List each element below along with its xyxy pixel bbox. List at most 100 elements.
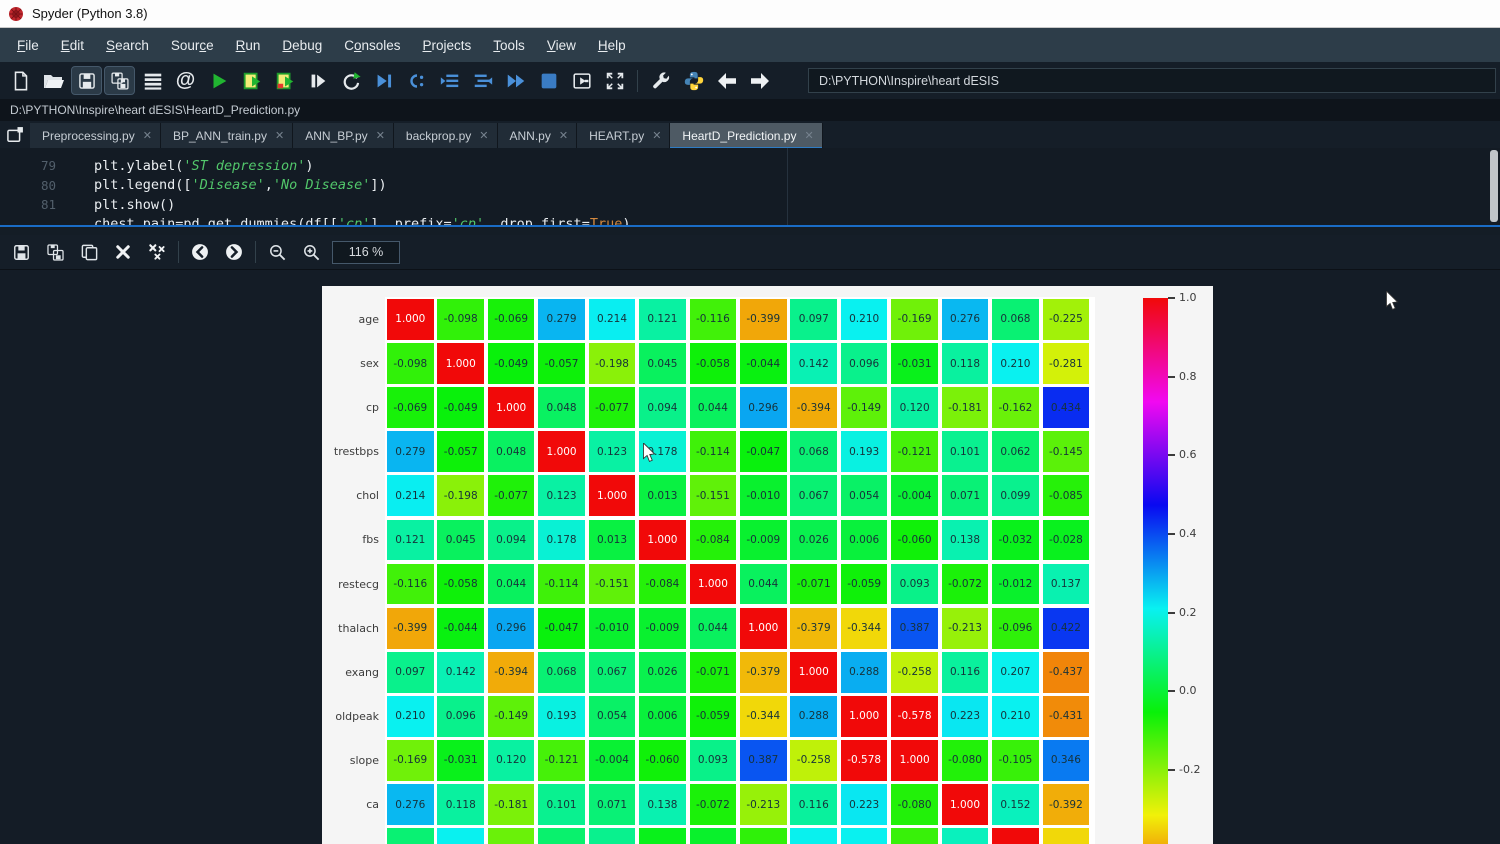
- menu-tools[interactable]: Tools: [482, 32, 536, 59]
- menu-help[interactable]: Help: [587, 32, 637, 59]
- heatmap-cell: 0.116: [942, 652, 989, 693]
- tab-heart-py[interactable]: HEART.py✕: [577, 123, 670, 148]
- next-plot-button[interactable]: [217, 237, 251, 267]
- heatmap-cell: 1.000: [841, 696, 888, 737]
- heatmap-cell: -0.084: [690, 520, 737, 561]
- colorbar-tick-label: 1.0: [1179, 291, 1197, 304]
- plot-save-all-button[interactable]: [38, 237, 72, 267]
- colorbar-tick-label: 0.6: [1179, 448, 1197, 461]
- code-text: plt.ylabel('ST depression'): [94, 158, 313, 174]
- tab-preprocessing-py[interactable]: Preprocessing.py✕: [30, 123, 161, 148]
- stop-button[interactable]: [532, 65, 565, 96]
- code-line[interactable]: chest_pain=pd.get_dummies(df[['cp'], pre…: [0, 215, 1500, 226]
- heatmap-cell: -0.399: [740, 299, 787, 340]
- tab-close-icon[interactable]: ✕: [143, 129, 152, 142]
- heatmap-cell: -0.258: [790, 740, 837, 781]
- tab-close-icon[interactable]: ✕: [559, 129, 568, 142]
- colorbar-tick: [1168, 376, 1175, 378]
- heatmap-cell: 0.210: [841, 299, 888, 340]
- menu-debug[interactable]: Debug: [271, 32, 333, 59]
- heatmap-cell: 0.097: [387, 652, 434, 693]
- new-file-button[interactable]: [4, 65, 37, 96]
- run-cell-button[interactable]: [235, 65, 268, 96]
- heatmap-cell: [942, 828, 989, 844]
- tab-ann-py[interactable]: ANN.py✕: [498, 123, 578, 148]
- window-title: Spyder (Python 3.8): [32, 6, 148, 21]
- tab-bp_ann_train-py[interactable]: BP_ANN_train.py✕: [161, 123, 293, 148]
- menu-bar: FileEditSearchSourceRunDebugConsolesProj…: [0, 28, 1500, 62]
- back-arrow-icon: [715, 69, 739, 93]
- menu-edit[interactable]: Edit: [50, 32, 95, 59]
- symbol-finder-button[interactable]: @: [169, 65, 202, 96]
- rerun-cell-button[interactable]: [334, 65, 367, 96]
- menu-search[interactable]: Search: [95, 32, 160, 59]
- working-directory-input[interactable]: [808, 68, 1496, 93]
- browse-tabs-button[interactable]: [0, 121, 30, 148]
- heatmap-cell: -0.145: [1043, 431, 1090, 472]
- heatmap-cell: 1.000: [639, 520, 686, 561]
- open-folder-icon: [42, 69, 66, 93]
- run-cell-advance-button[interactable]: [268, 65, 301, 96]
- heatmap-cell: 0.093: [891, 564, 938, 605]
- debug-file-button[interactable]: [367, 65, 400, 96]
- open-file-button[interactable]: [37, 65, 70, 96]
- menu-projects[interactable]: Projects: [412, 32, 483, 59]
- heatmap-cell: -0.258: [891, 652, 938, 693]
- preferences-button[interactable]: [644, 65, 677, 96]
- code-editor[interactable]: 79plt.ylabel('ST depression')80plt.legen…: [0, 148, 1500, 225]
- tab-heartd_prediction-py[interactable]: HeartD_Prediction.py✕: [670, 123, 822, 148]
- plots-pane: age1.000-0.098-0.0690.2790.2140.121-0.11…: [0, 270, 1500, 844]
- debug-cell-button[interactable]: [400, 65, 433, 96]
- heatmap-cell: -0.047: [538, 608, 585, 649]
- zoom-out-button[interactable]: [260, 237, 294, 267]
- heatmap-cell: 0.099: [992, 475, 1039, 516]
- tab-close-icon[interactable]: ✕: [376, 129, 385, 142]
- fullscreen-button[interactable]: [598, 65, 631, 96]
- plot-save-button[interactable]: [4, 237, 38, 267]
- tab-close-icon[interactable]: ✕: [804, 129, 813, 142]
- heatmap-row-label-exang: exang: [322, 652, 379, 693]
- plot-copy-button[interactable]: [72, 237, 106, 267]
- code-line[interactable]: 81plt.show(): [0, 195, 1500, 214]
- step-into-button[interactable]: [466, 65, 499, 96]
- menu-file[interactable]: File: [6, 32, 50, 59]
- code-line[interactable]: 80plt.legend(['Disease','No Disease']): [0, 176, 1500, 195]
- zoom-level-input[interactable]: [332, 241, 400, 264]
- maximize-pane-button[interactable]: [565, 65, 598, 96]
- python-env-button[interactable]: [677, 65, 710, 96]
- file-switcher-button[interactable]: [136, 65, 169, 96]
- run-file-button[interactable]: [202, 65, 235, 96]
- zoom-in-button[interactable]: [294, 237, 328, 267]
- tab-close-icon[interactable]: ✕: [652, 129, 661, 142]
- navigate-forward-button[interactable]: [743, 65, 776, 96]
- heatmap-cell: -0.071: [690, 652, 737, 693]
- run-selection-button[interactable]: [301, 65, 334, 96]
- heatmap-cell: 0.044: [740, 564, 787, 605]
- previous-plot-button[interactable]: [183, 237, 217, 267]
- menu-consoles[interactable]: Consoles: [333, 32, 411, 59]
- save-all-button[interactable]: [104, 66, 135, 95]
- heatmap-cell: -0.431: [1043, 696, 1090, 737]
- heatmap-cell: 0.214: [589, 299, 636, 340]
- heatmap-row-label-chol: chol: [322, 475, 379, 516]
- heatmap-row-label-restecg: restecg: [322, 564, 379, 605]
- tab-close-icon[interactable]: ✕: [275, 129, 284, 142]
- heatmap-cell: -0.114: [690, 431, 737, 472]
- heatmap-cell: 1.000: [538, 431, 585, 472]
- menu-view[interactable]: View: [536, 32, 587, 59]
- menu-source[interactable]: Source: [160, 32, 225, 59]
- tab-close-icon[interactable]: ✕: [479, 129, 488, 142]
- continue-button[interactable]: [499, 65, 532, 96]
- save-button[interactable]: [71, 66, 102, 95]
- code-line[interactable]: 79plt.ylabel('ST depression'): [0, 156, 1500, 175]
- heatmap-cell: 0.101: [538, 784, 585, 825]
- plot-close-all-button[interactable]: [140, 237, 174, 267]
- navigate-back-button[interactable]: [710, 65, 743, 96]
- tab-backprop-py[interactable]: backprop.py✕: [394, 123, 498, 148]
- step-over-button[interactable]: [433, 65, 466, 96]
- menu-run[interactable]: Run: [225, 32, 272, 59]
- plot-close-button[interactable]: [106, 237, 140, 267]
- heatmap-row-label-thalach: thalach: [322, 608, 379, 649]
- stop-icon: [538, 70, 560, 92]
- tab-ann_bp-py[interactable]: ANN_BP.py✕: [293, 123, 394, 148]
